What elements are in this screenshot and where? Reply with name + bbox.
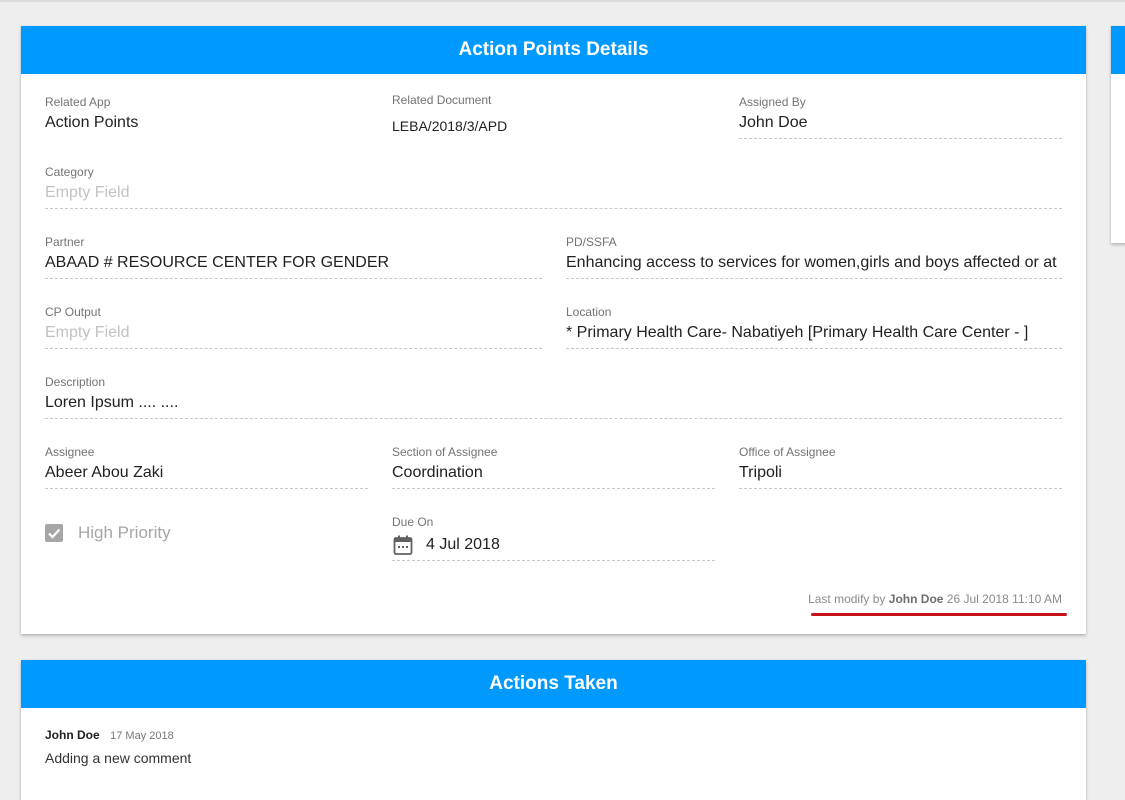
comment-item: John Doe 17 May 2018 Adding a new commen…	[45, 726, 191, 766]
high-priority-label: High Priority	[78, 523, 171, 542]
section-of-assignee-label: Section of Assignee	[392, 445, 498, 459]
description-value[interactable]: Loren Ipsum .... ....	[45, 393, 1062, 419]
last-modified-user: John Doe	[888, 592, 944, 606]
pd-ssfa-field[interactable]: PD/SSFA Enhancing access to services for…	[566, 235, 1062, 279]
section-of-assignee-field[interactable]: Section of Assignee Coordination	[392, 445, 715, 489]
category-field[interactable]: Category Empty Field	[45, 165, 1062, 209]
location-value[interactable]: * Primary Health Care- Nabatiyeh [Primar…	[566, 323, 1062, 349]
cp-output-label: CP Output	[45, 305, 101, 319]
partner-label: Partner	[45, 235, 85, 249]
pd-ssfa-label: PD/SSFA	[566, 235, 617, 249]
comment-author: John Doe	[45, 728, 100, 742]
top-divider	[0, 0, 1125, 2]
last-modified-info: Last modify by John Doe 26 Jul 2018 11:1…	[808, 592, 1062, 606]
due-on-value: 4 Jul 2018	[426, 536, 500, 553]
assignee-value[interactable]: Abeer Abou Zaki	[45, 463, 368, 489]
actions-taken-title: Actions Taken	[21, 660, 1086, 708]
assignee-label: Assignee	[45, 445, 95, 459]
pd-ssfa-value[interactable]: Enhancing access to services for women,g…	[566, 253, 1062, 279]
due-on-field[interactable]: Due On 4 Jul 2018	[392, 515, 715, 561]
high-priority-checkbox[interactable]	[45, 524, 63, 542]
actions-taken-card: Actions Taken John Doe 17 May 2018 Addin…	[21, 660, 1086, 800]
category-value[interactable]: Empty Field	[45, 183, 1062, 209]
calendar-icon[interactable]	[392, 534, 414, 556]
location-field[interactable]: Location * Primary Health Care- Nabatiye…	[566, 305, 1062, 349]
office-of-assignee-field[interactable]: Office of Assignee Tripoli	[739, 445, 1062, 489]
due-on-label: Due On	[392, 515, 434, 529]
section-of-assignee-value[interactable]: Coordination	[392, 463, 715, 489]
side-card	[1111, 26, 1125, 243]
description-field[interactable]: Description Loren Ipsum .... ....	[45, 375, 1062, 419]
related-app-value: Action Points	[45, 114, 139, 131]
assigned-by-label: Assigned By	[739, 95, 806, 109]
partner-value[interactable]: ABAAD # RESOURCE CENTER FOR GENDER	[45, 253, 542, 279]
partner-field[interactable]: Partner ABAAD # RESOURCE CENTER FOR GEND…	[45, 235, 542, 279]
office-of-assignee-value[interactable]: Tripoli	[739, 463, 1062, 489]
office-of-assignee-label: Office of Assignee	[739, 445, 836, 459]
assignee-field[interactable]: Assignee Abeer Abou Zaki	[45, 445, 368, 489]
related-document-label: Related Document	[392, 93, 492, 107]
related-document-field: Related Document LEBA/2018/3/APD	[392, 93, 692, 141]
related-document-value[interactable]: LEBA/2018/3/APD	[392, 116, 692, 141]
related-app-field: Related App Action Points	[45, 95, 345, 138]
checkmark-icon	[48, 528, 61, 539]
description-label: Description	[45, 375, 106, 389]
due-on-input[interactable]: 4 Jul 2018	[392, 534, 715, 561]
location-label: Location	[566, 305, 612, 319]
category-label: Category	[45, 165, 94, 179]
related-app-label: Related App	[45, 95, 111, 109]
side-card-header	[1111, 26, 1125, 74]
annotation-underline	[811, 613, 1067, 616]
comment-text: Adding a new comment	[45, 750, 192, 766]
last-modified-prefix: Last modify by	[808, 592, 886, 606]
cp-output-value[interactable]: Empty Field	[45, 323, 542, 349]
assigned-by-field: Assigned By John Doe	[739, 95, 1062, 139]
cp-output-field[interactable]: CP Output Empty Field	[45, 305, 542, 349]
assigned-by-value: John Doe	[739, 113, 1062, 139]
last-modified-timestamp: 26 Jul 2018 11:10 AM	[946, 592, 1062, 606]
details-card-title: Action Points Details	[21, 26, 1086, 74]
comment-date: 17 May 2018	[110, 730, 174, 742]
action-points-details-card: Action Points Details Related App Action…	[21, 26, 1086, 634]
